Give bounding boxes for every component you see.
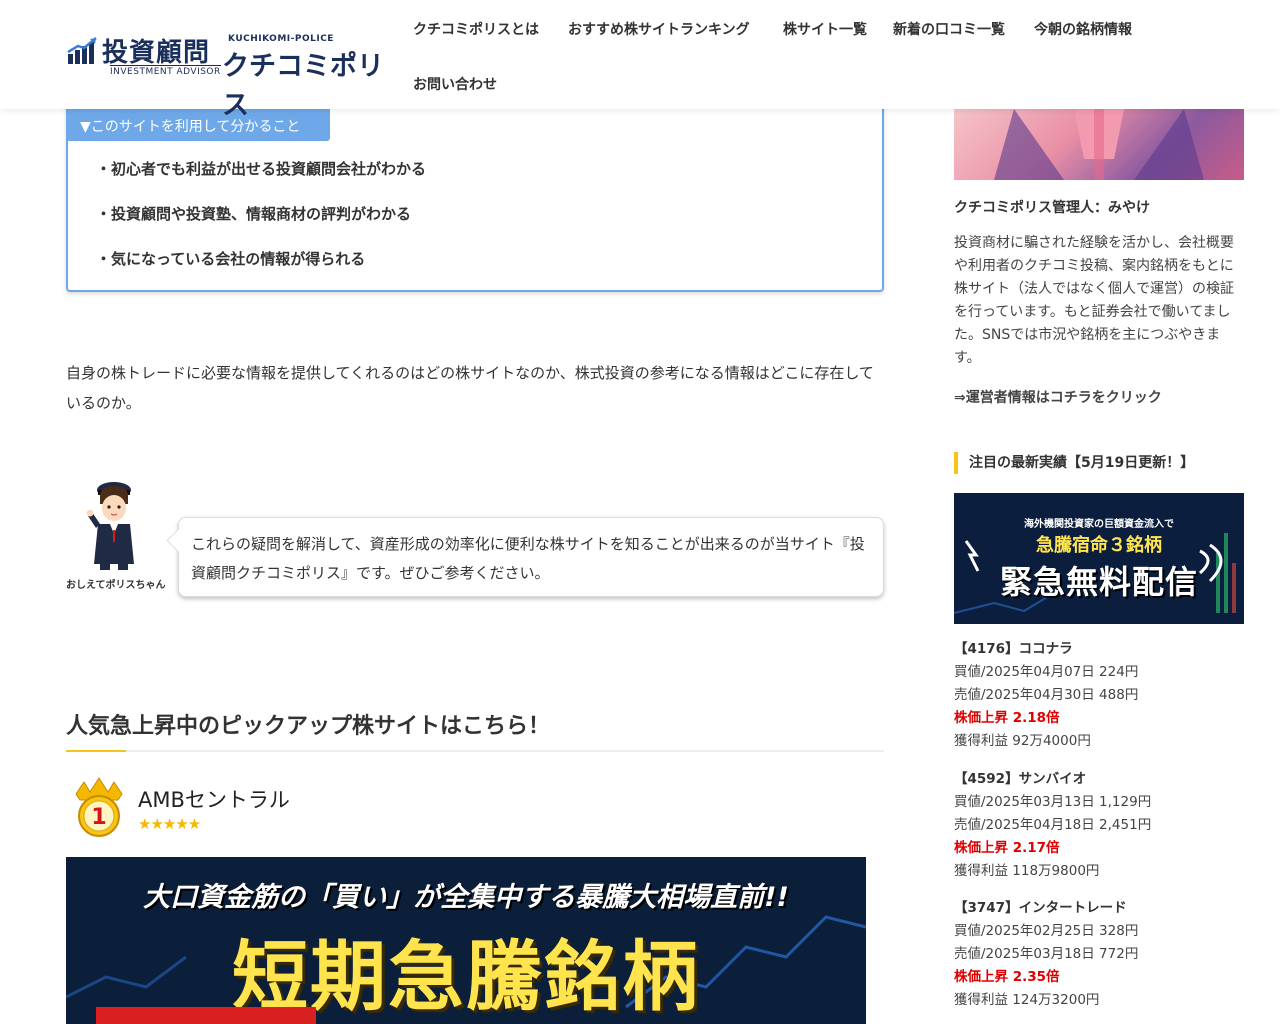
logo-police-jp: クチコミポリス: [222, 51, 384, 121]
list-item: ・初心者でも利益が出せる投資顧問会社がわかる: [96, 160, 427, 178]
banner-headline: 大口資金筋の「買い」が全集中する暴騰大相場直前!!: [143, 882, 789, 913]
stock-result-item: 【3747】インタートレード 買値/2025年02月25日 328円 売値/20…: [954, 897, 1244, 1012]
section-title: 人気急上昇中のピックアップ株サイトはこちら！: [66, 714, 551, 739]
nav-contact[interactable]: お問い合わせ: [413, 74, 497, 94]
nav-new-reviews[interactable]: 新着の口コミ一覧: [893, 19, 1005, 39]
stock-buy: 買値/2025年03月13日 1,129円: [954, 794, 1152, 810]
list-item: ・気になっている会社の情報が得られる: [96, 250, 366, 268]
logo-main-text: 投資顧問: [102, 38, 211, 68]
intro-text: 自身の株トレードに必要な情報を提供してくれるのはどの株サイトなのか、株式投資の参…: [66, 364, 874, 412]
stock-buy: 買値/2025年02月25日 328円: [954, 923, 1139, 939]
sidebar-heading: 注目の最新実績【5月19日更新！】: [954, 452, 1194, 474]
sidebar-banner[interactable]: 海外機関投資家の巨額資金流入で 急騰宿命３銘柄 緊急無料配信: [954, 493, 1244, 624]
stock-sell: 売値/2025年04月30日 488円: [954, 687, 1139, 703]
stock-sell: 売値/2025年04月18日 2,451円: [954, 817, 1152, 833]
section-divider: [66, 750, 884, 752]
stock-buy: 買値/2025年04月07日 224円: [954, 664, 1139, 680]
stock-rise: 株価上昇 2.18倍: [954, 710, 1060, 726]
stock-rise: 株価上昇 2.35倍: [954, 969, 1060, 985]
nav-about[interactable]: クチコミポリスとは: [413, 19, 539, 39]
stock-name: 【3747】インタートレード: [954, 900, 1127, 916]
rank-1-medal-icon: 1: [75, 777, 123, 837]
site-header: 投資顧問 INVESTMENT ADVISOR KUCHIKOMI-POLICE…: [0, 0, 1280, 121]
operator-info-link[interactable]: ⇒運営者情報はコチラをクリック: [954, 387, 1162, 407]
info-list: ・初心者でも利益が出せる投資顧問会社がわかる ・投資顧問や投資塾、情報商材の評判…: [96, 158, 426, 293]
rank-1-banner[interactable]: 大口資金筋の「買い」が全集中する暴騰大相場直前!! 短期急騰銘柄: [66, 857, 866, 1024]
stock-profit: 獲得利益 118万9800円: [954, 863, 1100, 879]
logo-sub-text: INVESTMENT ADVISOR: [110, 65, 221, 77]
stock-profit: 獲得利益 92万4000円: [954, 733, 1091, 749]
nav-morning-stocks[interactable]: 今朝の銘柄情報: [1034, 19, 1132, 39]
nav-site-list[interactable]: 株サイト一覧: [783, 19, 867, 39]
stock-name: 【4176】ココナラ: [954, 641, 1073, 657]
section-divider-accent: [66, 750, 126, 752]
sidebar-banner-line3: 緊急無料配信: [999, 563, 1198, 601]
sidebar-banner-line1: 海外機関投資家の巨額資金流入で: [1024, 519, 1174, 530]
avatar-label: おしえてポリスちゃん: [66, 580, 166, 591]
logo-police-en: KUCHIKOMI-POLICE: [228, 34, 334, 44]
rating-stars: ★★★★★: [138, 815, 201, 833]
stock-result-item: 【4176】ココナラ 買値/2025年04月07日 224円 売値/2025年0…: [954, 638, 1244, 753]
banner-red-band: [96, 1007, 316, 1024]
sidebar-banner-line2: 急騰宿命３銘柄: [1036, 535, 1162, 556]
admin-illustration: [954, 109, 1244, 180]
admin-description: 投資商材に騙された経験を活かし、会社概要や利用者のクチコミ投稿、案内銘柄をもとに…: [954, 235, 1234, 366]
police-avatar: [86, 482, 134, 570]
rank-1-site-name[interactable]: AMBセントラル: [138, 784, 290, 814]
stock-result-item: 【4592】サンバイオ 買値/2025年03月13日 1,129円 売値/202…: [954, 768, 1244, 883]
chart-icon: [67, 37, 97, 64]
list-item: ・投資顧問や投資塾、情報商材の評判がわかる: [96, 205, 412, 223]
admin-name: クチコミポリス管理人：みやけ: [954, 200, 1150, 216]
stock-name: 【4592】サンバイオ: [954, 771, 1087, 787]
rank-number: 1: [91, 805, 106, 830]
admin-character-graphic: [994, 109, 1204, 180]
stock-rise: 株価上昇 2.17倍: [954, 840, 1060, 856]
stock-profit: 獲得利益 124万3200円: [954, 992, 1100, 1008]
stock-sell: 売値/2025年03月18日 772円: [954, 946, 1139, 962]
site-logo[interactable]: 投資顧問 INVESTMENT ADVISOR KUCHIKOMI-POLICE…: [66, 32, 406, 121]
nav-ranking[interactable]: おすすめ株サイトランキング: [568, 19, 750, 39]
speech-bubble: これらの疑問を解消して、資産形成の効率化に便利な株サイトを知ることが出来るのが当…: [178, 517, 884, 597]
